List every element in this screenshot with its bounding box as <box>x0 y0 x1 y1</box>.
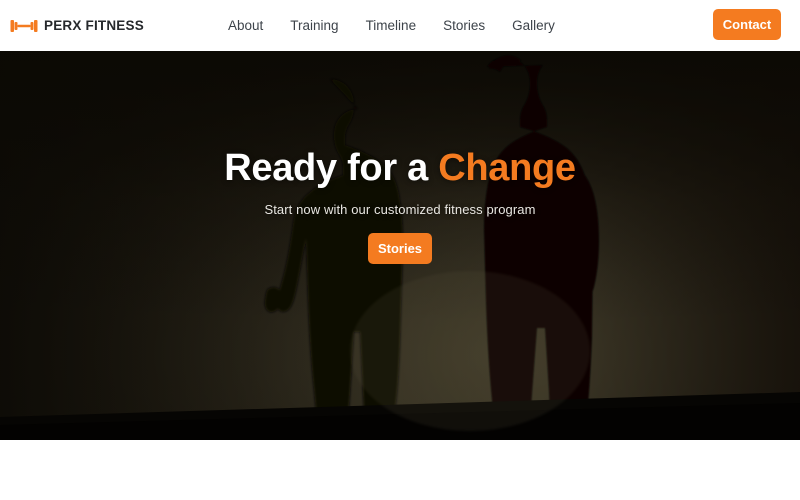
contact-button[interactable]: Contact <box>713 9 781 40</box>
nav-item-timeline[interactable]: Timeline <box>366 19 417 33</box>
below-fold-section <box>0 440 800 500</box>
site-header: PERX FITNESS About Training Timeline Sto… <box>0 0 800 51</box>
nav-item-about[interactable]: About <box>228 19 263 33</box>
brand-name: PERX FITNESS <box>44 18 144 33</box>
hero-content: Ready for a Change Start now with our cu… <box>0 147 800 264</box>
nav-item-training[interactable]: Training <box>290 19 338 33</box>
nav-item-gallery[interactable]: Gallery <box>512 19 555 33</box>
dumbbell-icon <box>10 19 38 32</box>
hero-title-accent: Change <box>438 147 576 189</box>
hero-title: Ready for a Change <box>20 147 780 190</box>
hero-section: Ready for a Change Start now with our cu… <box>0 51 800 440</box>
main-navigation: About Training Timeline Stories Gallery <box>228 0 555 51</box>
brand-logo[interactable]: PERX FITNESS <box>10 16 144 36</box>
hero-subtitle: Start now with our customized fitness pr… <box>264 201 536 217</box>
hero-title-plain: Ready for a <box>224 147 428 189</box>
nav-item-stories[interactable]: Stories <box>443 19 485 33</box>
hero-stories-button[interactable]: Stories <box>368 232 432 264</box>
